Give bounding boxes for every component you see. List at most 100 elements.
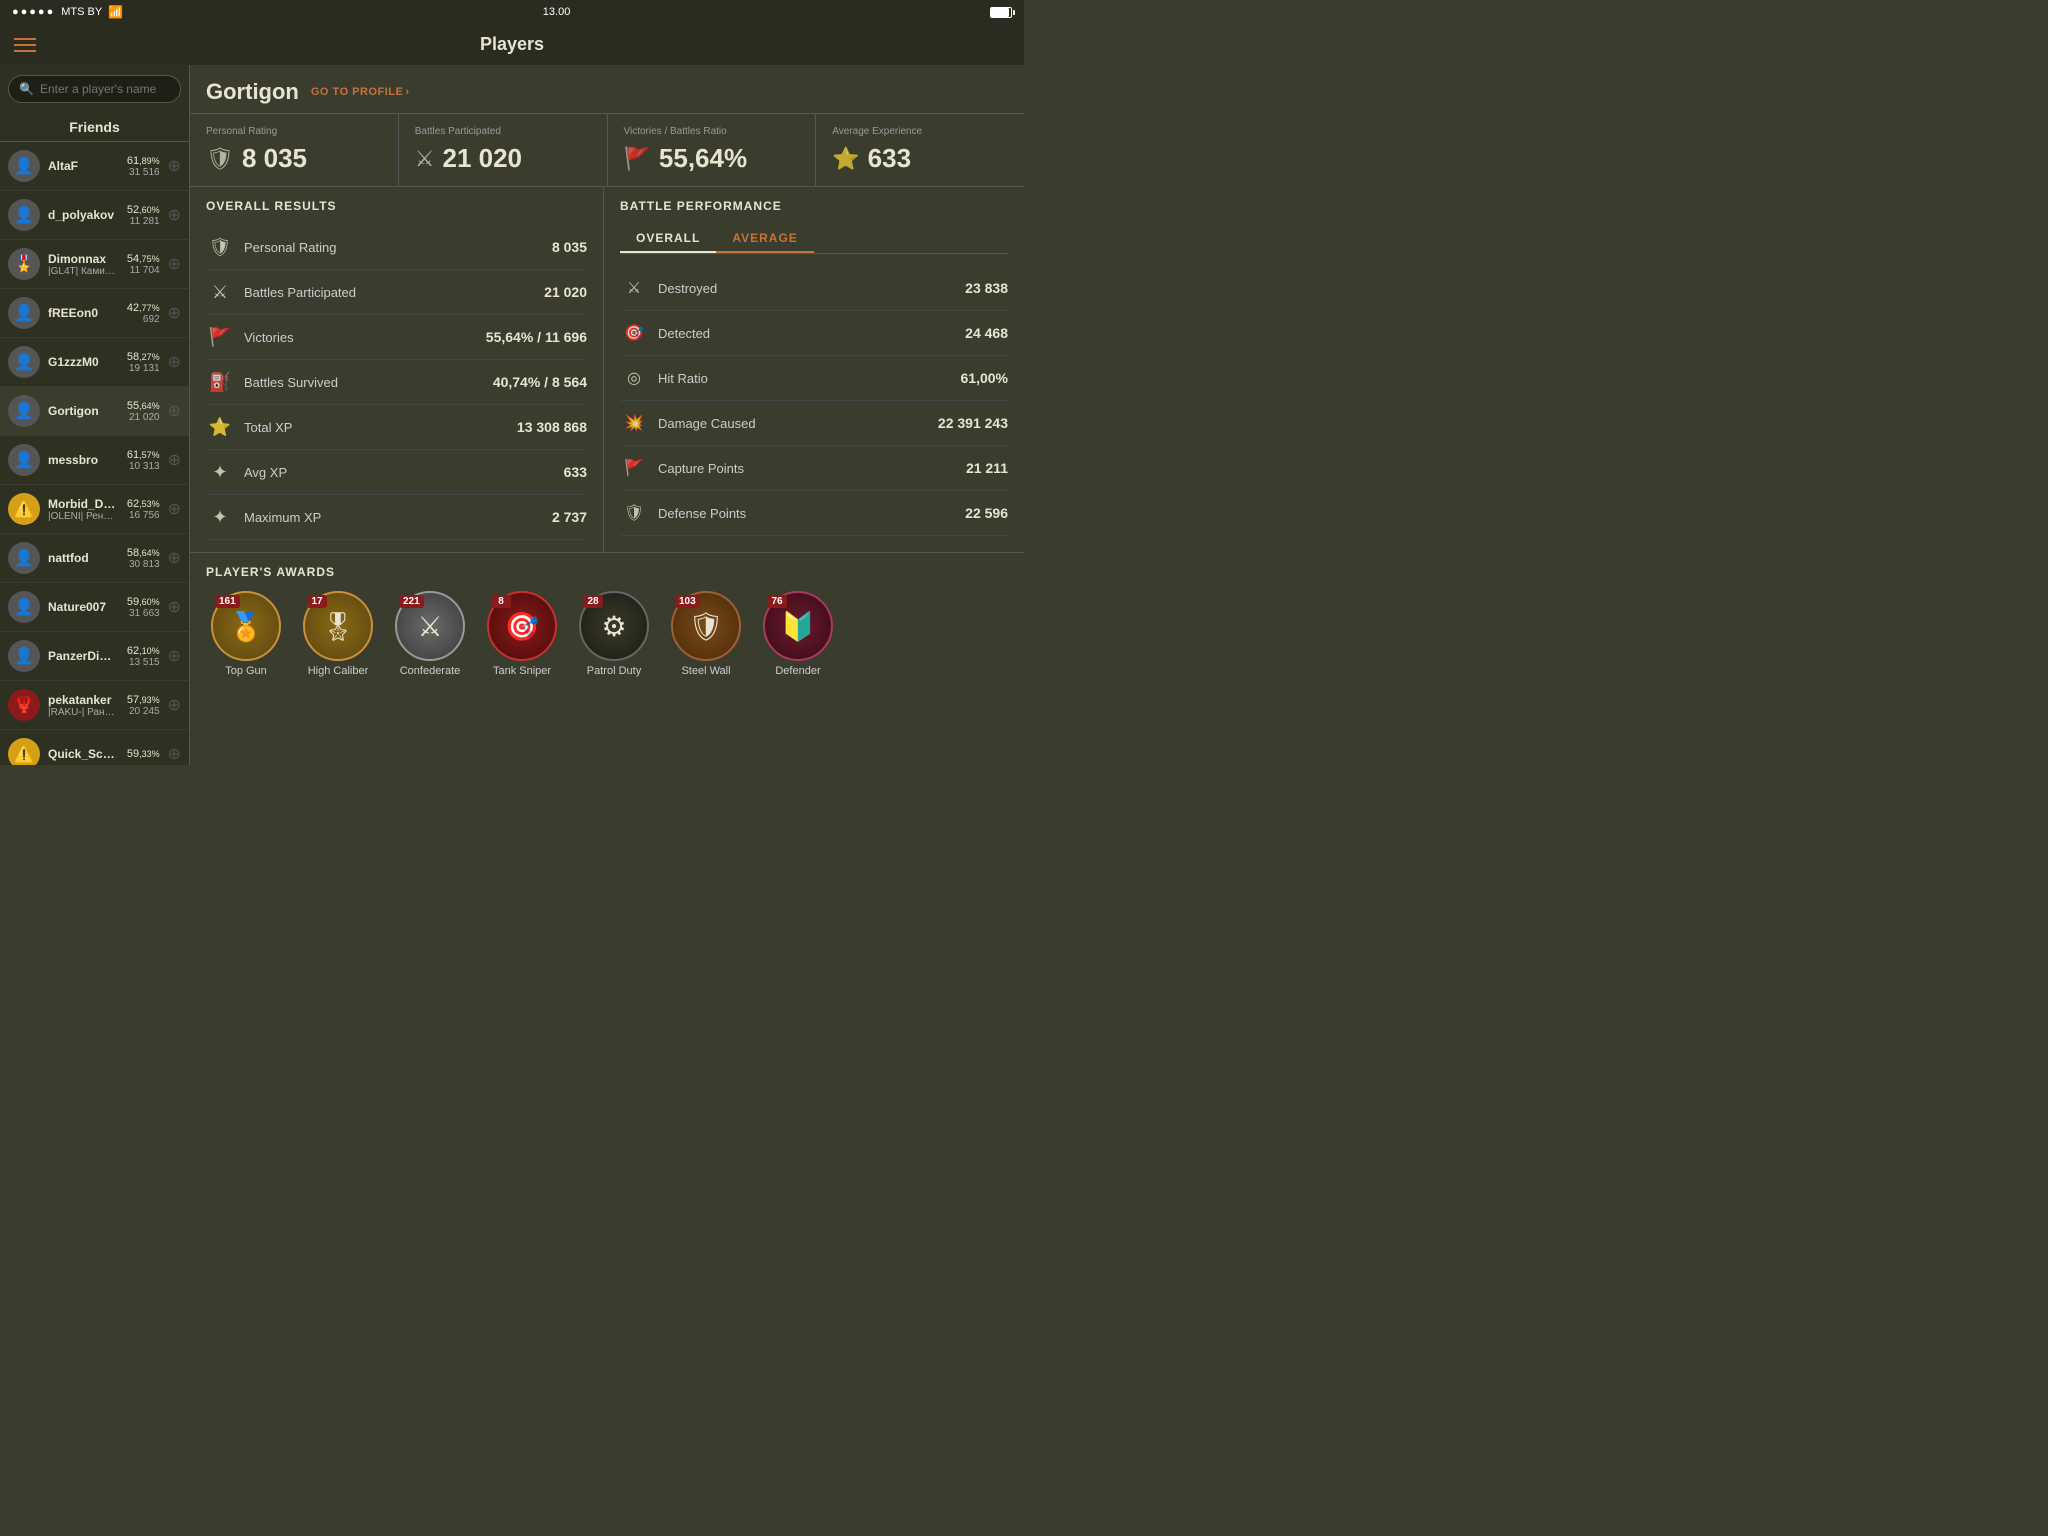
perf-value: 61,00% [961,370,1008,386]
friend-name: PanzerDimon [48,649,119,663]
stat-battles: Battles Participated ⚔ 21 020 [399,114,608,186]
friend-avatar: 👤 [8,395,40,427]
friend-item-pekatanker[interactable]: 🦞 pekatanker |RAKU-| Рандомные Раки! 57,… [0,681,189,730]
friend-item-Quick_Scope[interactable]: ⚠️ Quick_Scope 59,33% ⊕ [0,730,189,765]
result-value: 21 020 [544,284,587,300]
award-badge: 17 🎖 [303,591,373,661]
friend-ratio: 61,57% [127,449,160,461]
friend-action-icon[interactable]: ⊕ [168,303,181,323]
perf-icon: 🎯 [620,319,648,347]
friend-item-Morbid_Dezir[interactable]: ⚠️ Morbid_Dezir |OLENI| Рендомные Олени … [0,485,189,534]
friend-info: G1zzzM0 [48,355,119,369]
award-icon: ⚔ [417,610,442,643]
result-row: ⚔ Battles Participated 21 020 [206,270,587,315]
friend-action-icon[interactable]: ⊕ [168,548,181,568]
friend-ratio: 62,53% [127,498,160,510]
stat-label-rating: Personal Rating [206,126,382,137]
friends-list: 👤 AltaF 61,89% 31 516 ⊕ 👤 d_polyakov 52,… [0,142,189,765]
friend-name: d_polyakov [48,208,119,222]
friend-clan: |RAKU-| Рандомные Раки! [48,707,119,718]
perf-label: Detected [658,326,955,341]
award-item-confederate[interactable]: 221 ⚔ Confederate [390,591,470,677]
award-item-defender[interactable]: 76 🔰 Defender [758,591,838,677]
result-row: 🛡 Personal Rating 8 035 [206,225,587,270]
perf-label: Damage Caused [658,416,928,431]
awards-grid: 161 🏅 Top Gun 17 🎖 High Caliber 221 ⚔ Co… [206,591,1008,677]
friend-action-icon[interactable]: ⊕ [168,450,181,470]
search-input[interactable] [40,82,170,96]
award-count: 8 [491,595,511,608]
friend-action-icon[interactable]: ⊕ [168,499,181,519]
stat-personal-rating: Personal Rating 🛡 8 035 [190,114,399,186]
stat-value-battles: 21 020 [442,143,522,174]
friend-item-fREEon0[interactable]: 👤 fREEon0 42,77% 692 ⊕ [0,289,189,338]
friend-item-Gortigon[interactable]: 👤 Gortigon 55,64% 21 020 ⊕ [0,387,189,436]
menu-button[interactable] [14,38,36,52]
friend-info: pekatanker |RAKU-| Рандомные Раки! [48,693,119,718]
friend-ratio: 54,75% [127,253,160,265]
award-badge: 28 ⚙ [579,591,649,661]
friend-battles: 20 245 [127,706,160,717]
perf-row: 🎯 Detected 24 468 [620,311,1008,356]
friend-ratio: 62,10% [127,645,160,657]
perf-row: ⚔ Destroyed 23 838 [620,266,1008,311]
friend-info: Gortigon [48,404,119,418]
award-icon: ⚙ [601,610,626,643]
friend-action-icon[interactable]: ⊕ [168,646,181,666]
award-badge: 161 🏅 [211,591,281,661]
friend-item-nattfod[interactable]: 👤 nattfod 58,64% 30 813 ⊕ [0,534,189,583]
friend-battles: 16 756 [127,510,160,521]
friend-stats: 52,60% 11 281 [127,204,160,227]
award-name: Steel Wall [681,665,730,677]
award-item-high-caliber[interactable]: 17 🎖 High Caliber [298,591,378,677]
avgxp-icon: ⭐ [832,146,859,172]
rating-icon: 🛡 [206,146,234,172]
friend-avatar: 👤 [8,150,40,182]
result-value: 633 [564,464,587,480]
friend-name: AltaF [48,159,119,173]
friend-item-PanzerDimon[interactable]: 👤 PanzerDimon 62,10% 13 515 ⊕ [0,632,189,681]
perf-row: 💥 Damage Caused 22 391 243 [620,401,1008,446]
friend-item-Dimonnax[interactable]: 🎖️ Dimonnax |GL4T| Камикадзе "Галчата" 5… [0,240,189,289]
friend-action-icon[interactable]: ⊕ [168,695,181,715]
friend-item-G1zzzM0[interactable]: 👤 G1zzzM0 58,27% 19 131 ⊕ [0,338,189,387]
friend-action-icon[interactable]: ⊕ [168,352,181,372]
award-count: 76 [767,595,787,608]
friend-item-d_polyakov[interactable]: 👤 d_polyakov 52,60% 11 281 ⊕ [0,191,189,240]
award-count: 17 [307,595,327,608]
friend-item-messbro[interactable]: 👤 messbro 61,57% 10 313 ⊕ [0,436,189,485]
friend-action-icon[interactable]: ⊕ [168,744,181,764]
award-item-top-gun[interactable]: 161 🏅 Top Gun [206,591,286,677]
search-bar[interactable]: 🔍 [8,75,181,103]
friend-clan: |OLENI| Рендомные Олени [48,511,119,522]
search-icon: 🔍 [19,82,34,96]
go-to-profile-button[interactable]: GO TO PROFILE › [311,86,410,98]
friend-stats: 58,64% 30 813 [127,547,160,570]
friend-name: messbro [48,453,119,467]
tab-average[interactable]: AVERAGE [716,225,813,253]
award-item-patrol-duty[interactable]: 28 ⚙ Patrol Duty [574,591,654,677]
friend-action-icon[interactable]: ⊕ [168,401,181,421]
friend-item-Nature007[interactable]: 👤 Nature007 59,60% 31 663 ⊕ [0,583,189,632]
friend-info: nattfod [48,551,119,565]
friend-avatar: 👤 [8,542,40,574]
perf-value: 22 596 [965,505,1008,521]
friend-action-icon[interactable]: ⊕ [168,597,181,617]
stat-label-victories: Victories / Battles Ratio [624,126,800,137]
friend-avatar: 👤 [8,199,40,231]
award-icon: 🎖 [320,610,356,643]
friend-info: Dimonnax |GL4T| Камикадзе "Галчата" [48,252,119,277]
tab-overall[interactable]: OVERALL [620,225,716,253]
award-item-steel-wall[interactable]: 103 🛡 Steel Wall [666,591,746,677]
friend-item-AltaF[interactable]: 👤 AltaF 61,89% 31 516 ⊕ [0,142,189,191]
result-icon: 🛡 [206,233,234,261]
battle-performance-title: BATTLE PERFORMANCE [620,199,1008,213]
friend-action-icon[interactable]: ⊕ [168,205,181,225]
award-count: 221 [399,595,424,608]
perf-icon: 💥 [620,409,648,437]
friend-action-icon[interactable]: ⊕ [168,156,181,176]
friend-battles: 30 813 [127,559,160,570]
friend-action-icon[interactable]: ⊕ [168,254,181,274]
award-item-tank-sniper[interactable]: 8 🎯 Tank Sniper [482,591,562,677]
result-label: Battles Participated [244,285,534,300]
